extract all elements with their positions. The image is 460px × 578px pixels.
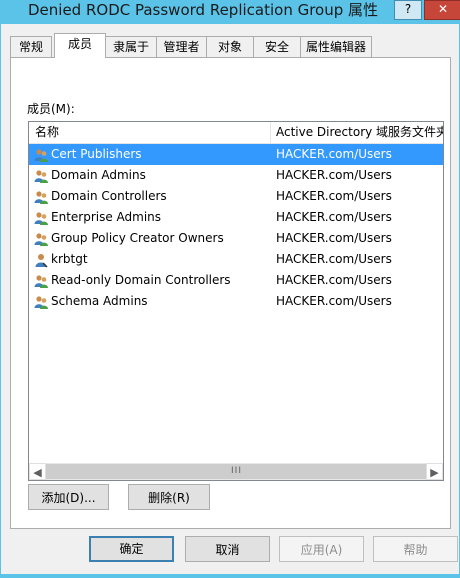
window-title: Denied RODC Password Replication Group 属…	[28, 1, 379, 19]
tab-managed-by[interactable]: 管理者	[156, 36, 207, 57]
member-folder: HACKER.com/Users	[276, 252, 392, 266]
table-row[interactable]: Cert Publishers HACKER.com/Users	[29, 144, 443, 165]
member-folder: HACKER.com/Users	[276, 231, 392, 245]
tab-object[interactable]: 对象	[206, 36, 254, 57]
tab-security[interactable]: 安全	[253, 36, 301, 57]
member-name: Schema Admins	[51, 294, 148, 308]
column-header-folder[interactable]: Active Directory 域服务文件夹	[276, 122, 443, 143]
title-bar[interactable]: Denied RODC Password Replication Group 属…	[0, 0, 460, 24]
cancel-button[interactable]: 取消	[185, 536, 270, 562]
member-folder: HACKER.com/Users	[276, 168, 392, 182]
members-label: 成员(M):	[27, 102, 75, 116]
member-name: Domain Controllers	[51, 189, 167, 203]
list-header: 名称 Active Directory 域服务文件夹	[29, 122, 443, 144]
group-icon	[33, 231, 49, 247]
dialog-client: 常规 成员 隶属于 管理者 对象 安全 属性编辑器 成员(M): 名称 Acti…	[1, 24, 459, 574]
member-folder: HACKER.com/Users	[276, 210, 392, 224]
ok-button[interactable]: 确定	[89, 536, 174, 562]
column-divider[interactable]	[270, 122, 271, 143]
help-button[interactable]: 帮助	[373, 536, 458, 562]
tab-general[interactable]: 常规	[10, 36, 52, 57]
apply-button[interactable]: 应用(A)	[279, 536, 364, 562]
properties-window: Denied RODC Password Replication Group 属…	[0, 0, 460, 578]
member-name: Read-only Domain Controllers	[51, 273, 231, 287]
member-name: Cert Publishers	[51, 147, 142, 161]
members-list[interactable]: 名称 Active Directory 域服务文件夹 Cert Publishe…	[28, 121, 444, 481]
tab-attribute-editor[interactable]: 属性编辑器	[300, 36, 372, 57]
table-row[interactable]: Domain Controllers HACKER.com/Users	[29, 186, 443, 207]
user-icon	[33, 252, 49, 268]
member-folder: HACKER.com/Users	[276, 147, 392, 161]
scroll-left-icon[interactable]: ◀	[29, 463, 46, 480]
table-row[interactable]: Read-only Domain Controllers HACKER.com/U…	[29, 270, 443, 291]
member-folder: HACKER.com/Users	[276, 294, 392, 308]
group-icon	[33, 273, 49, 289]
scroll-thumb[interactable]: III	[46, 464, 427, 479]
table-row[interactable]: Enterprise Admins HACKER.com/Users	[29, 207, 443, 228]
table-row[interactable]: Group Policy Creator Owners HACKER.com/Us…	[29, 228, 443, 249]
remove-member-button[interactable]: 删除(R)	[128, 484, 210, 510]
table-row[interactable]: Schema Admins HACKER.com/Users	[29, 291, 443, 312]
tab-member-of[interactable]: 隶属于	[105, 36, 157, 57]
help-title-button[interactable]: ?	[394, 0, 422, 20]
add-member-button[interactable]: 添加(D)...	[28, 484, 109, 510]
member-folder: HACKER.com/Users	[276, 273, 392, 287]
table-row[interactable]: krbtgt HACKER.com/Users	[29, 249, 443, 270]
column-header-name[interactable]: 名称	[35, 122, 265, 143]
group-icon	[33, 147, 49, 163]
group-icon	[33, 189, 49, 205]
member-name: Domain Admins	[51, 168, 146, 182]
group-icon	[33, 294, 49, 310]
scroll-right-icon[interactable]: ▶	[426, 463, 443, 480]
table-row[interactable]: Domain Admins HACKER.com/Users	[29, 165, 443, 186]
member-folder: HACKER.com/Users	[276, 189, 392, 203]
group-icon	[33, 210, 49, 226]
close-button[interactable]: ✕	[424, 0, 460, 20]
tab-members[interactable]: 成员	[54, 33, 106, 58]
member-name: Enterprise Admins	[51, 210, 162, 224]
group-icon	[33, 168, 49, 184]
member-name: krbtgt	[51, 252, 88, 266]
members-panel: 成员(M): 名称 Active Directory 域服务文件夹 Cert P…	[10, 57, 451, 529]
horizontal-scrollbar[interactable]: ◀ III ▶	[29, 463, 443, 480]
member-name: Group Policy Creator Owners	[51, 231, 224, 245]
